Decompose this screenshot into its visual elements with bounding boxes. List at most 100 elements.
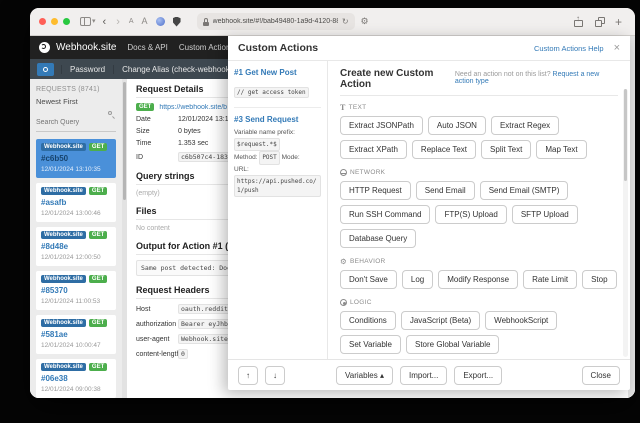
scrollbar-thumb[interactable] xyxy=(624,89,627,181)
action-button-log[interactable]: Log xyxy=(401,270,434,289)
move-up-button[interactable]: ↑ xyxy=(238,365,258,385)
modal-scrollbar[interactable] xyxy=(623,89,628,357)
sidebar-toggle-icon[interactable] xyxy=(80,17,91,26)
export-button[interactable]: Export... xyxy=(454,365,503,385)
request-list-item[interactable]: Webhook.site GET #85370 12/01/2024 11:00… xyxy=(36,271,116,310)
forward-icon[interactable]: › xyxy=(116,16,120,27)
nav-docs-api[interactable]: Docs & API xyxy=(127,43,167,52)
minimize-window-button[interactable] xyxy=(51,18,58,25)
url-text: webhook.site/#!/bab49480-1a9d-4120-88b5-… xyxy=(212,18,338,25)
browser-toolbar: ▾ ‹ › A A webhook.site/#!/bab49480-1a9d-… xyxy=(30,8,635,36)
create-action-panel: Create new Custom Action Need an action … xyxy=(328,61,630,359)
request-list-item[interactable]: Webhook.site GET #c6b50 12/01/2024 13:10… xyxy=(36,139,116,178)
action-button-conditions[interactable]: Conditions xyxy=(340,311,396,330)
header-value: oauth.reddit xyxy=(178,304,231,314)
action-button-extract-xpath[interactable]: Extract XPath xyxy=(340,140,407,159)
action-button-store-global-variable[interactable]: Store Global Variable xyxy=(406,335,500,354)
divider xyxy=(234,107,321,108)
webhook-site-page: Webhook.site Docs & API Custom Actions W… xyxy=(30,36,635,398)
address-bar[interactable]: webhook.site/#!/bab49480-1a9d-4120-88b5-… xyxy=(196,13,355,30)
request-date: 12/01/2024 12:00:50 xyxy=(41,254,101,261)
search-icon xyxy=(108,111,115,119)
reload-icon[interactable]: ↻ xyxy=(342,17,349,26)
action-button-webhookscript[interactable]: WebhookScript xyxy=(485,311,558,330)
time-value: 1.353 sec xyxy=(178,140,209,147)
prefix-value: $request.*$ xyxy=(234,138,280,152)
action-button-modify-response[interactable]: Modify Response xyxy=(438,270,519,289)
action-button-run-ssh-command[interactable]: Run SSH Command xyxy=(340,205,431,224)
share-icon[interactable]: ↑ xyxy=(573,14,583,27)
chevron-down-icon[interactable]: ▾ xyxy=(92,17,96,26)
request-action-hint: Need an action not on this list? Request… xyxy=(454,71,600,85)
action-1-link[interactable]: #1 Get New Post xyxy=(234,68,321,77)
import-button[interactable]: Import... xyxy=(400,365,448,385)
method-label: Method: xyxy=(234,154,258,162)
brand-name[interactable]: Webhook.site xyxy=(56,42,116,53)
variables-dropdown-button[interactable]: Variables ▴ xyxy=(336,365,393,385)
action-button-auto-json[interactable]: Auto JSON xyxy=(427,116,486,135)
close-icon[interactable]: × xyxy=(614,43,620,54)
action-button-javascript-beta[interactable]: JavaScript (Beta) xyxy=(400,311,481,330)
behavior-icon: ⚙ xyxy=(340,257,348,266)
action-button-map-text[interactable]: Map Text xyxy=(536,140,587,159)
request-list-item[interactable]: Webhook.site GET #asafb 12/01/2024 13:00… xyxy=(36,183,116,222)
request-date: 12/01/2024 13:10:35 xyxy=(41,166,101,173)
request-url-link[interactable]: https://webhook.site/b xyxy=(159,104,227,111)
method-badge: GET xyxy=(88,363,108,371)
action-button-stop[interactable]: Stop xyxy=(582,270,617,289)
action-3-link[interactable]: #3 Send Request xyxy=(234,115,321,124)
method-badge: GET xyxy=(88,187,108,195)
request-id-link[interactable]: #85370 xyxy=(41,286,112,295)
text-size-small-icon[interactable]: A xyxy=(129,17,134,26)
action-button-send-email[interactable]: Send Email xyxy=(415,181,475,200)
request-id-link[interactable]: #581ae xyxy=(41,330,112,339)
search-input[interactable] xyxy=(36,119,116,126)
webhook-site-logo[interactable] xyxy=(39,42,50,53)
tab-overview-icon[interactable] xyxy=(594,16,605,27)
action-button-rate-limit[interactable]: Rate Limit xyxy=(523,270,578,289)
network-icon xyxy=(340,169,347,176)
close-button[interactable]: Close xyxy=(581,365,620,385)
sidebar-scrollbar[interactable] xyxy=(122,79,127,398)
method-badge: GET xyxy=(88,275,108,283)
eye-toggle-button[interactable] xyxy=(37,62,54,76)
custom-actions-help-link[interactable]: Custom Actions Help xyxy=(534,44,604,53)
action-button-split-text[interactable]: Split Text xyxy=(481,140,532,159)
sort-order-link[interactable]: Newest First xyxy=(36,97,116,106)
request-id-link[interactable]: #c6b50 xyxy=(41,154,112,163)
close-window-button[interactable] xyxy=(39,18,46,25)
nav-custom-actions[interactable]: Custom Actions xyxy=(179,43,235,52)
action-button-set-variable[interactable]: Set Variable xyxy=(340,335,401,354)
scrollbar-thumb[interactable] xyxy=(123,82,126,200)
back-icon[interactable]: ‹ xyxy=(103,16,107,27)
subnav-password[interactable]: Password xyxy=(61,64,113,74)
action-button-extract-jsonpath[interactable]: Extract JSONPath xyxy=(340,116,423,135)
request-id-link[interactable]: #06e38 xyxy=(41,374,112,383)
text-size-large-icon[interactable]: A xyxy=(142,17,148,26)
request-id-link[interactable]: #asafb xyxy=(41,198,112,207)
size-value: 0 bytes xyxy=(178,128,201,135)
action-button-ftps-upload[interactable]: FTP(S) Upload xyxy=(435,205,507,224)
action-button-http-request[interactable]: HTTP Request xyxy=(340,181,411,200)
browser-window: ▾ ‹ › A A webhook.site/#!/bab49480-1a9d-… xyxy=(30,8,635,398)
zoom-window-button[interactable] xyxy=(63,18,70,25)
action-button-send-email-smtp[interactable]: Send Email (SMTP) xyxy=(479,181,569,200)
request-id-link[interactable]: #8d48e xyxy=(41,242,112,251)
request-list-item[interactable]: Webhook.site GET #581ae 12/01/2024 10:00… xyxy=(36,315,116,354)
app-badge: Webhook.site xyxy=(41,275,86,283)
app-badge: Webhook.site xyxy=(41,143,86,151)
request-list-item[interactable]: Webhook.site GET #06e38 12/01/2024 09:00… xyxy=(36,359,116,398)
request-list-item[interactable]: Webhook.site GET #8d48e 12/01/2024 12:00… xyxy=(36,227,116,266)
action-button-sftp-upload[interactable]: SFTP Upload xyxy=(511,205,578,224)
action-button-dont-save[interactable]: Don't Save xyxy=(340,270,397,289)
move-down-button[interactable]: ↓ xyxy=(265,365,285,385)
action-button-extract-regex[interactable]: Extract Regex xyxy=(490,116,560,135)
id-label: ID xyxy=(136,153,143,161)
action-button-database-query[interactable]: Database Query xyxy=(340,229,417,248)
new-tab-icon[interactable]: + xyxy=(615,15,622,29)
shield-extension-icon[interactable] xyxy=(172,16,181,27)
action-button-replace-text[interactable]: Replace Text xyxy=(411,140,477,159)
settings-gear-icon[interactable]: ⚙ xyxy=(361,16,369,27)
time-label: Time xyxy=(136,140,152,147)
extension-icon[interactable] xyxy=(155,17,165,26)
